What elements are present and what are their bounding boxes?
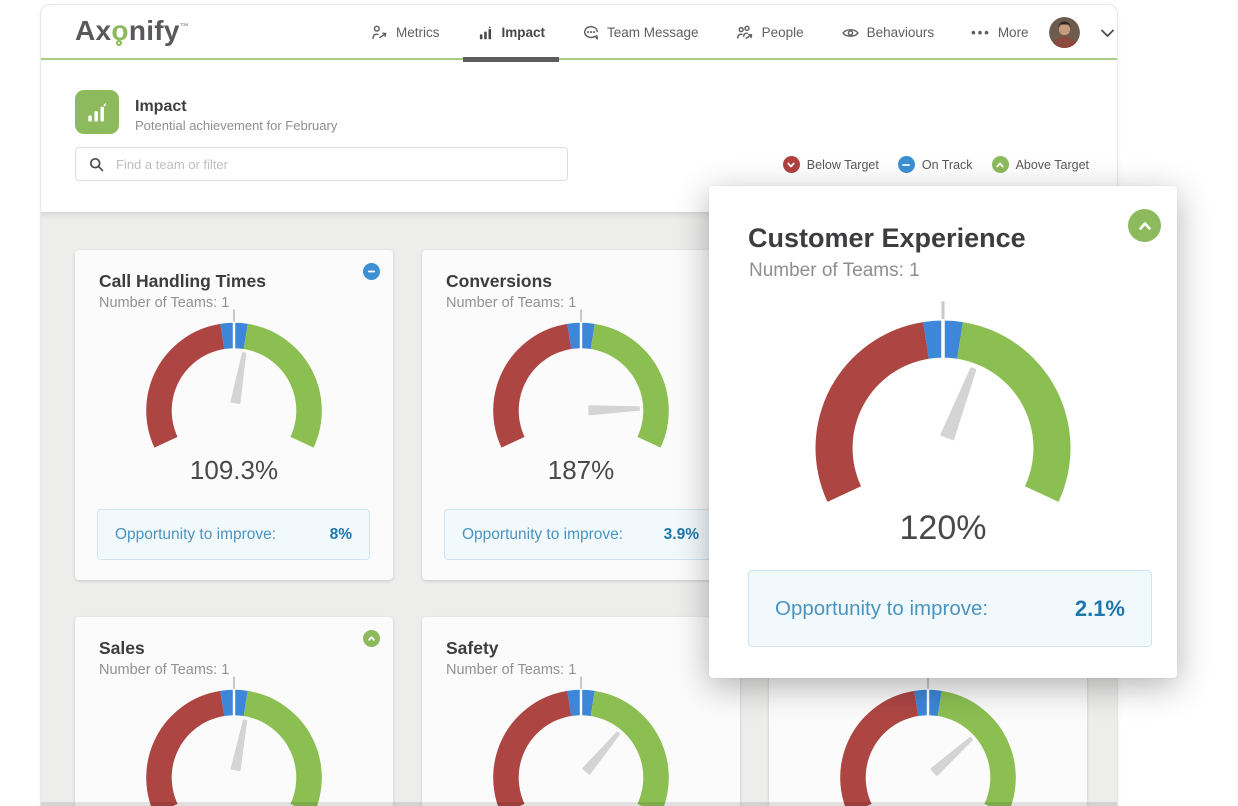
more-icon: •••: [971, 25, 991, 40]
gauge-value: 120%: [765, 509, 1121, 548]
page-subtitle: Potential achievement for February: [135, 118, 337, 133]
nav-right-group: ••• More: [971, 5, 1114, 60]
status-badge-above-target: [1128, 209, 1161, 242]
card-title: Conversions: [446, 271, 716, 292]
opportunity-box: Opportunity to improve: 2.1%: [748, 570, 1152, 647]
trademark: ™: [180, 22, 189, 32]
gauge-wrap: 109.3%: [112, 296, 357, 470]
card-title: Customer Experience: [748, 223, 1117, 254]
impact-dashboard: Axonify™ Metrics Impact Team Message Peo…: [0, 0, 1238, 806]
below-target-icon: [783, 156, 800, 173]
page-title: Impact: [135, 98, 187, 116]
card-subtitle: Number of Teams: 1: [749, 260, 1177, 282]
gauge-chart: [765, 282, 1121, 534]
gauge-chart: [112, 296, 357, 470]
card-title: Safety: [446, 638, 716, 659]
nav-item-more[interactable]: ••• More: [971, 5, 1028, 60]
card-call-handling-times[interactable]: Call Handling Times Number of Teams: 1 1…: [75, 250, 393, 580]
status-badge-on-track: [363, 263, 380, 280]
impact-page-icon: [75, 90, 119, 134]
legend-below-target: Below Target: [783, 156, 879, 173]
on-track-icon: [898, 156, 915, 173]
nav-item-impact[interactable]: Impact: [477, 5, 546, 60]
metrics-icon: [371, 24, 389, 42]
axonify-logo[interactable]: Axonify™: [75, 15, 189, 47]
card-conversions[interactable]: Conversions Number of Teams: 1 187% Oppo…: [422, 250, 740, 580]
gauge-value: 187%: [459, 455, 704, 486]
opportunity-value: 8%: [330, 526, 352, 544]
logo-o: o: [111, 15, 128, 46]
card-title: Sales: [99, 638, 369, 659]
gauge-chart: [459, 663, 704, 806]
gauge-wrap: [459, 663, 704, 806]
chevron-down-icon[interactable]: [1100, 28, 1115, 38]
gauge-chart: [112, 663, 357, 806]
gauge-value: 109.3%: [112, 455, 357, 486]
search-input[interactable]: [116, 148, 567, 180]
search-icon: [76, 156, 116, 173]
gauge-chart: [806, 663, 1051, 806]
nav-item-people[interactable]: People: [736, 5, 804, 60]
status-badge-above-target: [363, 630, 380, 647]
gauge-wrap: [806, 663, 1051, 806]
user-avatar[interactable]: [1049, 17, 1080, 48]
impact-icon: [477, 24, 495, 42]
card-safety[interactable]: Safety Number of Teams: 1: [422, 617, 740, 806]
gauge-wrap: 120%: [765, 282, 1121, 534]
status-legend: Below Target On Track Above Target: [783, 156, 1089, 173]
opportunity-value: 2.1%: [1075, 596, 1125, 622]
nav-item-metrics[interactable]: Metrics: [371, 5, 440, 60]
card-customer-experience-expanded[interactable]: Customer Experience Number of Teams: 1 1…: [709, 186, 1177, 678]
behaviours-icon: [841, 24, 860, 42]
gauge-wrap: [112, 663, 357, 806]
above-target-icon: [992, 156, 1009, 173]
gauge-wrap: 187%: [459, 296, 704, 470]
opportunity-box: Opportunity to improve: 8%: [97, 509, 370, 560]
people-icon: [736, 24, 755, 42]
gauge-chart: [459, 296, 704, 470]
legend-on-track: On Track: [898, 156, 973, 173]
search-box: [75, 147, 568, 181]
opportunity-box: Opportunity to improve: 3.9%: [444, 509, 717, 560]
legend-above-target: Above Target: [992, 156, 1089, 173]
top-nav-bar: Axonify™ Metrics Impact Team Message Peo…: [41, 5, 1117, 60]
opportunity-value: 3.9%: [664, 526, 699, 544]
nav-menu: Metrics Impact Team Message People Behav…: [371, 5, 1099, 60]
team-message-icon: [582, 24, 600, 42]
card-title: Call Handling Times: [99, 271, 369, 292]
nav-item-behaviours[interactable]: Behaviours: [841, 5, 935, 60]
nav-item-team-message[interactable]: Team Message: [582, 5, 699, 60]
card-sales[interactable]: Sales Number of Teams: 1: [75, 617, 393, 806]
